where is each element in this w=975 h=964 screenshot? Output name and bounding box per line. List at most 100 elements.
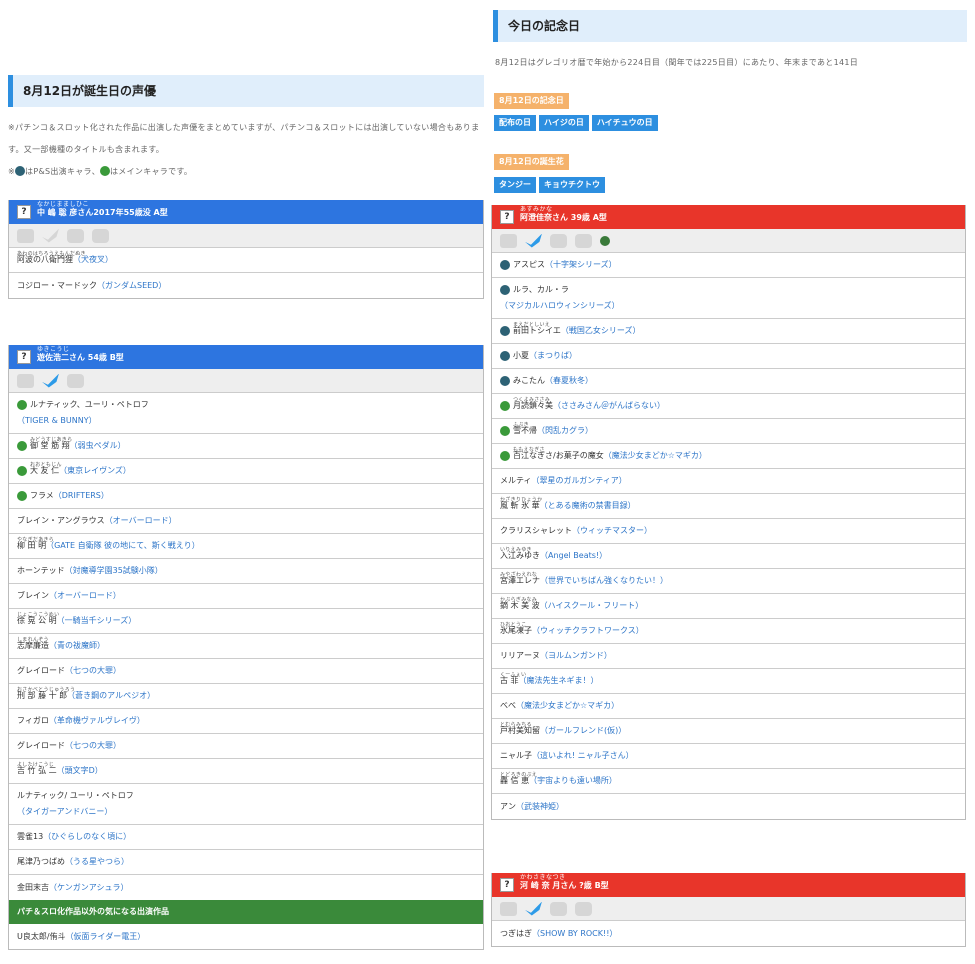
main-chara-icon	[500, 426, 510, 436]
role-row: ルラ、カル・ラ （マジカルハロウィンシリーズ）	[492, 278, 965, 319]
role-row: メルティ （翠星のガルガンティア）	[492, 469, 965, 494]
work-link[interactable]: （Angel Beats!）	[540, 548, 607, 564]
work-link[interactable]: （とある魔術の禁書目録）	[540, 498, 636, 514]
work-link[interactable]: （世界でいちばん強くなりたい！）	[540, 573, 668, 589]
youtube-icon[interactable]	[575, 233, 592, 248]
role-row: いりえみゆき 入江みゆき （Angel Beats!）	[492, 544, 965, 569]
work-link[interactable]: （閃乱カグラ）	[537, 423, 593, 439]
role-row: 尾津乃つばめ （うる星やつら）	[9, 850, 483, 875]
work-link[interactable]: （SHOW BY ROCK!!）	[532, 926, 617, 942]
work-link[interactable]: （まつりば）	[529, 348, 577, 364]
work-link[interactable]: （うる星やつら）	[65, 854, 129, 870]
work-link[interactable]: （翠星のガルガンティア）	[532, 473, 627, 489]
main-chara-icon	[500, 451, 510, 461]
actor-name[interactable]: 阿澄佳奈さん 39歳 A型	[520, 213, 607, 222]
work-link[interactable]: （春夏秋冬）	[545, 373, 593, 389]
birth-flowers: タンジー キョウチクトウ	[494, 177, 608, 193]
question-icon[interactable]: ?	[500, 878, 514, 892]
birthday-section-title: 8月12日が誕生日の声優	[8, 75, 484, 107]
work-link[interactable]: （TIGER & BUNNY）	[17, 413, 97, 429]
work-link[interactable]: （魔法少女まどか☆マギカ）	[604, 448, 707, 464]
instagram-icon[interactable]	[67, 228, 84, 243]
twitter-icon[interactable]	[42, 228, 59, 243]
work-link[interactable]: （オーバーロード）	[105, 513, 177, 529]
work-link[interactable]: （オーバーロード）	[49, 588, 121, 604]
work-link[interactable]: （十字架シリーズ）	[545, 257, 617, 273]
character-name: ブレイン・アングラウス	[17, 516, 105, 525]
question-icon[interactable]: ?	[17, 350, 31, 364]
actor-name[interactable]: 遊佐浩二さん 54歳 B型	[37, 353, 124, 362]
work-link[interactable]: （頭文字D）	[57, 763, 103, 779]
work-link[interactable]: （武装神姫）	[516, 799, 564, 815]
work-link[interactable]: （ヨルムンガンド）	[540, 648, 612, 664]
work-link[interactable]: （革命機ヴァルヴレイヴ）	[49, 713, 145, 729]
work-link[interactable]: （七つの大罪）	[65, 738, 121, 754]
work-link[interactable]: （ささみさん＠がんばらない）	[553, 398, 665, 414]
instagram-icon[interactable]	[550, 901, 567, 916]
role-row: みこたん （春夏秋冬）	[492, 369, 965, 394]
work-link[interactable]: （ガールフレンド(仮)）	[540, 723, 626, 739]
work-link[interactable]: （魔法先生ネギま！）	[519, 673, 599, 689]
tag-link[interactable]: ハイジの日	[539, 115, 589, 131]
youtube-icon[interactable]	[575, 901, 592, 916]
work-link[interactable]: （ひぐらしのなく頃に）	[43, 829, 131, 845]
other-site-icon[interactable]	[600, 235, 610, 246]
work-link[interactable]: （青の祓魔師）	[49, 638, 105, 654]
work-link[interactable]: （ケンガンアシュラ）	[49, 880, 128, 896]
question-icon[interactable]: ?	[17, 205, 31, 219]
work-link[interactable]: （七つの大罪）	[65, 663, 121, 679]
work-link[interactable]: （仮面ライダー電王）	[66, 929, 146, 945]
work-link[interactable]: （GATE 自衛隊 彼の地にて、斯く戦えり）	[46, 538, 200, 554]
work-link[interactable]: （弱虫ペダル）	[70, 438, 126, 454]
role-row: くーふぇい古 菲（魔法先生ネギま！）	[492, 669, 965, 694]
character-name: グレイロード	[17, 666, 65, 675]
work-link[interactable]: （東京レイヴンズ）	[59, 463, 131, 479]
actor-name[interactable]: 中 嶋 聡 彦さん2017年55歳没 A型	[37, 208, 168, 217]
role-row: ひおとうこ 氷尾凍子 （ウィッチクラフトワークス）	[492, 619, 965, 644]
actor-name[interactable]: 河 崎 奈 月さん ?歳 B型	[520, 881, 609, 890]
work-link[interactable]: （ウィッチマスター）	[572, 523, 652, 539]
role-list: アスピス （十字架シリーズ） ルラ、カル・ラ （マジカルハロウィンシリーズ） まえだとし…	[492, 253, 965, 819]
work-link[interactable]: （一騎当千シリーズ）	[57, 613, 137, 629]
edit-icon[interactable]	[17, 228, 34, 243]
tag-link[interactable]: ハイチュウの日	[591, 115, 658, 131]
twitter-icon[interactable]	[525, 901, 542, 916]
work-link[interactable]: （戦国乙女シリーズ）	[561, 323, 641, 339]
card-header: ? ゆきこうじ 遊佐浩二さん 54歳 B型	[9, 345, 483, 369]
card-header: ? あすみかな 阿澄佳奈さん 39歳 A型	[492, 205, 965, 229]
role-row: ホーンテッド （対魔導学園35試験小隊）	[9, 559, 483, 584]
edit-icon[interactable]	[500, 233, 517, 248]
question-icon[interactable]: ?	[500, 210, 514, 224]
work-link[interactable]: （ウィッチクラフトワークス）	[532, 623, 644, 639]
main-chara-icon	[100, 166, 110, 176]
tag-link[interactable]: タンジー	[494, 177, 536, 193]
work-link[interactable]: （蒼き鋼のアルペジオ）	[67, 688, 155, 704]
work-link[interactable]: （魔法少女まどか☆マギカ）	[516, 698, 619, 714]
tag-link[interactable]: キョウチクトウ	[539, 177, 605, 193]
work-link[interactable]: （ハイスクール・フリート）	[540, 598, 644, 614]
work-link[interactable]: （這いよれ! ニャル子さん）	[532, 748, 634, 764]
edit-icon[interactable]	[500, 901, 517, 916]
work-link[interactable]: （ガンダムSEED）	[97, 278, 166, 294]
character-name: 小夏	[513, 351, 529, 360]
work-link[interactable]: （DRIFTERS）	[54, 488, 109, 504]
work-link[interactable]: （マジカルハロウィンシリーズ）	[500, 298, 620, 314]
twitter-icon[interactable]	[42, 373, 59, 388]
character-name: ホーンテッド	[17, 566, 65, 575]
edit-icon[interactable]	[17, 373, 34, 388]
youtube-icon[interactable]	[92, 228, 109, 243]
twitter-icon[interactable]	[525, 233, 542, 248]
work-link[interactable]: （タイガーアンドバニー）	[17, 804, 112, 820]
youtube-icon[interactable]	[67, 373, 84, 388]
voice-actor-card-asumi: ? あすみかな 阿澄佳奈さん 39歳 A型 アスピス （十字架シリーズ） ルラ、カル・…	[491, 205, 966, 820]
flower-label: 8月12日の誕生花	[494, 154, 569, 170]
voice-actor-card-kawasaki: ? かわさきなつき河 崎 奈 月さん ?歳 B型 つぎはぎ （SHOW BY RO…	[491, 873, 966, 947]
instagram-icon[interactable]	[550, 233, 567, 248]
work-link[interactable]: （対魔導学園35試験小隊）	[65, 563, 163, 579]
main-chara-icon	[17, 441, 27, 451]
tag-link[interactable]: 配布の日	[494, 115, 536, 131]
name-ruby: おおともじん	[30, 462, 62, 468]
work-link[interactable]: （宇宙よりも遠い場所）	[529, 773, 617, 789]
character-name: アスピス	[513, 260, 545, 269]
character-name: フラメ	[30, 491, 54, 500]
